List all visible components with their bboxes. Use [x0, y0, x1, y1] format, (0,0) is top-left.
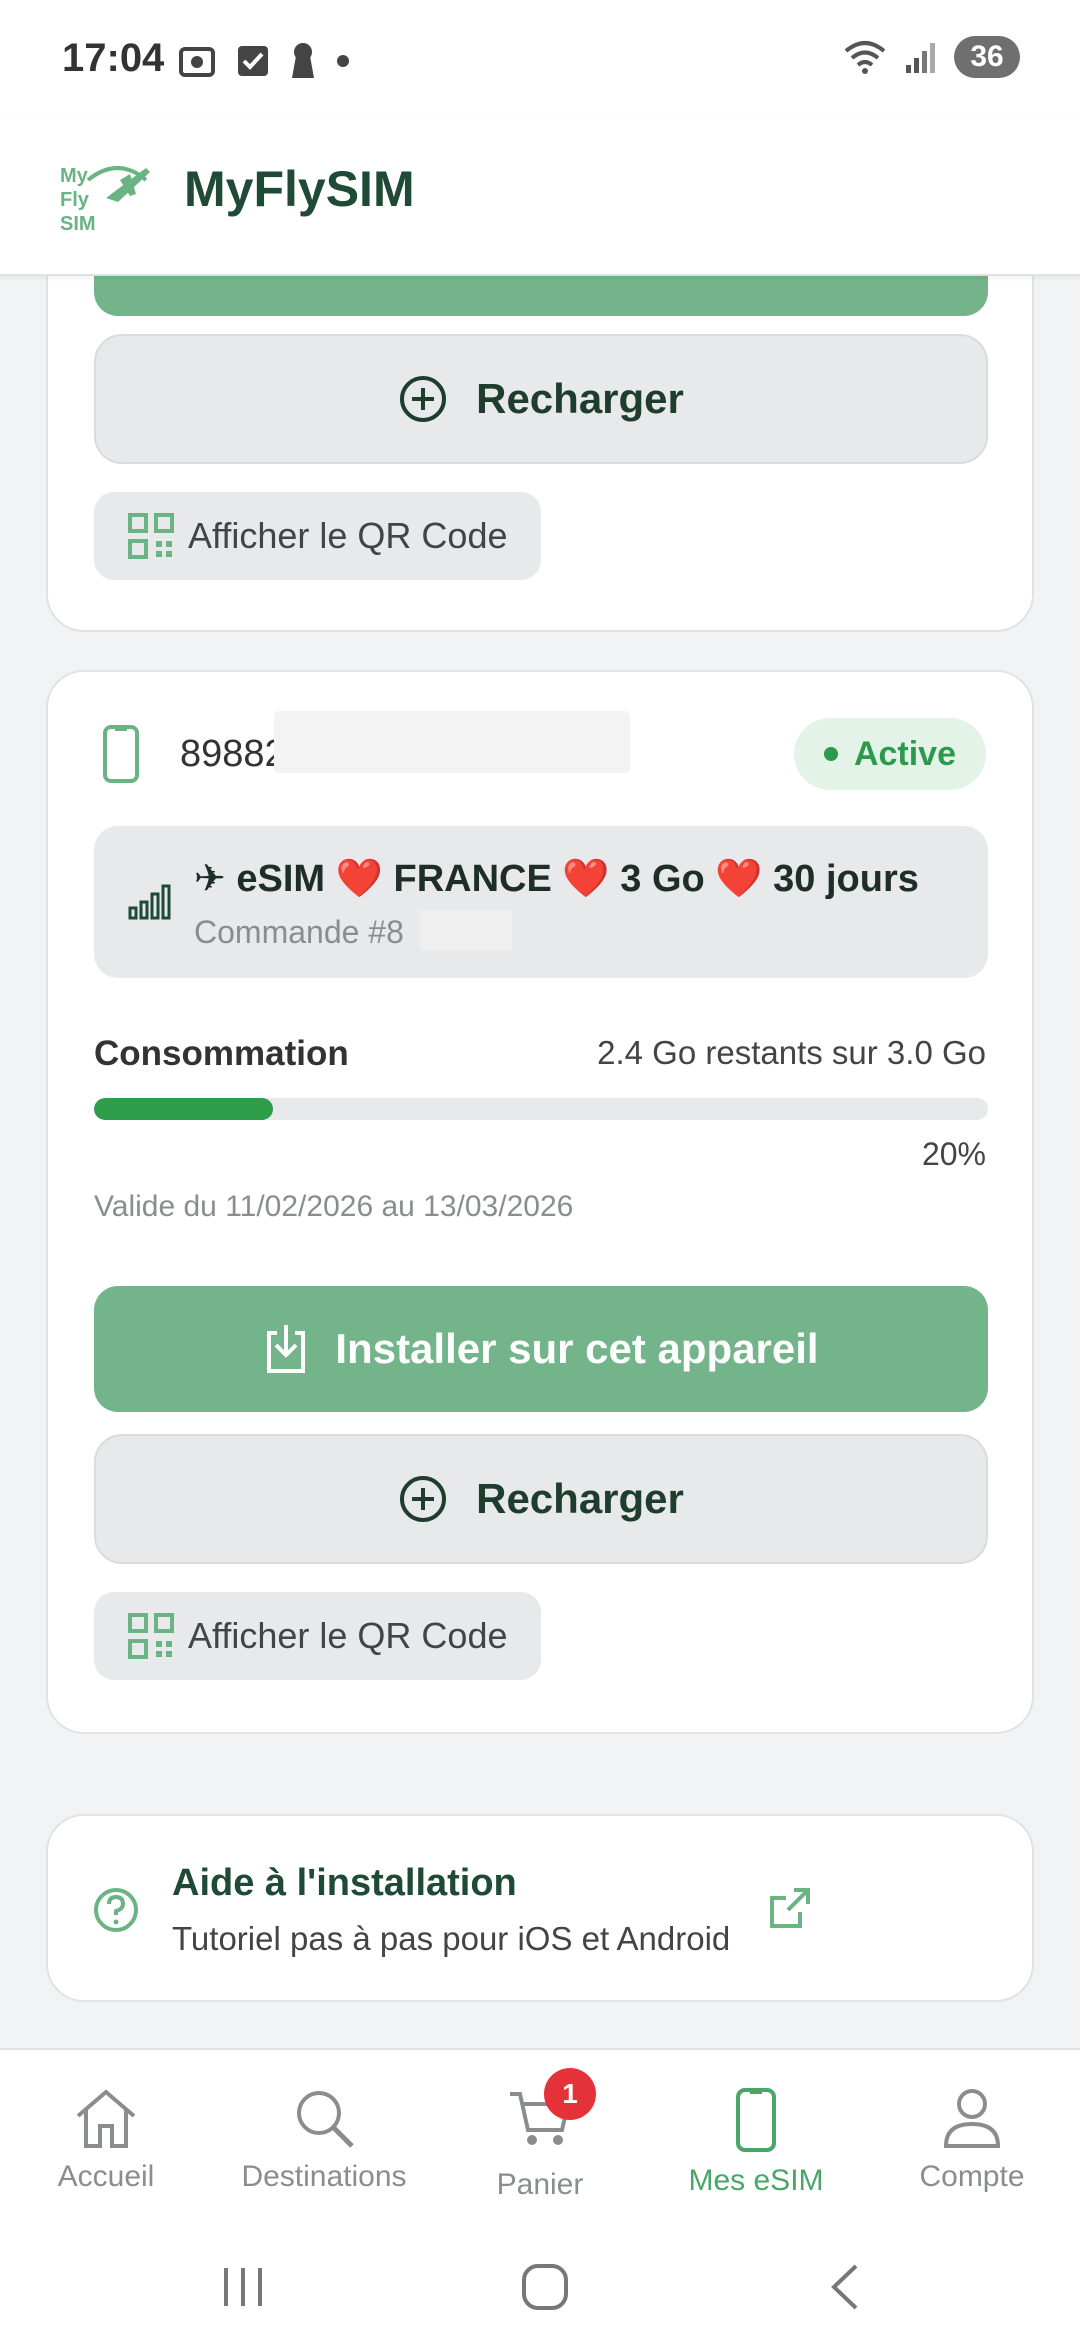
user-icon [943, 2089, 1001, 2148]
phone-icon [736, 2088, 776, 2152]
status-badge: Active [793, 718, 986, 790]
help-title: Aide à l'installation [172, 1862, 517, 1904]
home-icon [76, 2089, 136, 2148]
order-number: Commande #8 [194, 914, 404, 950]
nav-panier[interactable]: 1 Panier [440, 2068, 640, 2202]
status-dot [823, 747, 838, 761]
cart-count-badge: 1 [544, 2068, 596, 2120]
plan-info: ✈ eSIM ❤️ FRANCE ❤️ 3 Go ❤️ 30 jours Com… [94, 826, 988, 978]
consumption-label: Consommation [94, 1034, 349, 1073]
qr-code-icon [128, 513, 174, 559]
nav-accueil[interactable]: Accueil [6, 2086, 206, 2194]
logo-text-fly: Fly [60, 189, 90, 211]
qr-code-button[interactable]: Afficher le QR Code [94, 1592, 542, 1680]
recharge-label: Recharger [476, 1475, 684, 1522]
external-link-icon[interactable] [768, 1886, 812, 1930]
status-notification-icons [178, 42, 350, 80]
logo-text-sim: SIM [60, 213, 96, 235]
checkbox-icon [238, 46, 268, 76]
iccid-text: 89882 [180, 710, 630, 776]
myflysim-logo: My Fly SIM [60, 165, 150, 235]
help-subtitle: Tutoriel pas à pas pour iOS et Android [172, 1920, 731, 1957]
qr-code-label: Afficher le QR Code [188, 515, 508, 556]
consumption-value: 2.4 Go restants sur 3.0 Go [597, 1034, 986, 1071]
install-button[interactable]: Installer sur cet appareil [94, 1286, 988, 1412]
keyhole-icon [292, 43, 314, 78]
system-navigation-bar [0, 2238, 1080, 2340]
back-icon[interactable] [822, 2262, 872, 2312]
qr-code-button-card1[interactable]: Afficher le QR Code [94, 492, 542, 580]
plus-circle-icon [400, 1476, 447, 1522]
qr-code-icon [128, 1613, 174, 1659]
esim-card-2: 89882 Active ✈ eSIM ❤️ FRANCE ❤️ 3 Go ❤️… [46, 670, 1034, 1734]
dot-icon [337, 55, 349, 67]
recents-icon[interactable] [218, 2262, 268, 2312]
order-redaction [420, 910, 512, 950]
nav-label: Accueil [57, 2160, 155, 2193]
phone-icon [103, 725, 139, 783]
wifi-icon [844, 41, 886, 74]
home-button-icon[interactable] [520, 2262, 570, 2312]
qr-code-label: Afficher le QR Code [188, 1615, 508, 1656]
search-icon [297, 2091, 354, 2148]
nav-label: Destinations [241, 2160, 407, 2193]
install-button-card1[interactable] [94, 276, 988, 316]
esim-card-1: Recharger Afficher le QR Code [46, 276, 1034, 632]
nav-label: Mes eSIM [688, 2164, 824, 2197]
cart-icon-wrap: 1 [506, 2068, 596, 2158]
bottom-navigation: Accueil Destinations 1 Panier Mes eSIM C… [0, 2048, 1080, 2238]
sim-identifier-row: 89882 [102, 710, 630, 784]
download-icon [267, 1325, 306, 1373]
app-title: MyFlySIM [184, 161, 415, 217]
status-system-icons: 36 [842, 36, 1020, 78]
validity-dates: Valide du 11/02/2026 au 13/03/2026 [94, 1190, 574, 1223]
plan-title: ✈ eSIM ❤️ FRANCE ❤️ 3 Go ❤️ 30 jours [194, 858, 919, 900]
recharge-button[interactable]: Recharger [94, 1434, 988, 1564]
usage-percent: 20% [921, 1136, 986, 1172]
nav-label: Compte [919, 2160, 1025, 2193]
status-label: Active [853, 734, 956, 773]
plus-circle-icon [400, 376, 447, 422]
signal-icon [906, 43, 935, 73]
usage-progress-fill [94, 1098, 273, 1120]
status-bar: 17:04 36 [0, 0, 1080, 120]
recharge-label: Recharger [476, 375, 684, 422]
help-circle-icon [94, 1888, 138, 1932]
install-label: Installer sur cet appareil [335, 1325, 819, 1372]
recharge-button-card1[interactable]: Recharger [94, 334, 988, 464]
status-time: 17:04 [62, 36, 165, 80]
nav-destinations[interactable]: Destinations [224, 2086, 424, 2194]
usage-progress-bar [94, 1098, 988, 1120]
screenshot-icon [179, 47, 215, 77]
app-header: My Fly SIM MyFlySIM [0, 120, 1080, 276]
iccid-redaction [274, 710, 630, 773]
logo-text-my: My [60, 165, 89, 187]
battery-indicator: 36 [954, 36, 1020, 78]
iccid-value: 89882 [180, 732, 286, 775]
signal-bars-icon [128, 884, 171, 920]
help-card[interactable]: Aide à l'installation Tutoriel pas à pas… [46, 1814, 1034, 2002]
nav-label: Panier [496, 2168, 584, 2201]
nav-mes-esim[interactable]: Mes eSIM [656, 2086, 856, 2198]
nav-compte[interactable]: Compte [872, 2086, 1072, 2194]
esim-list[interactable]: Recharger Afficher le QR Code 89882 Acti… [0, 276, 1080, 2048]
